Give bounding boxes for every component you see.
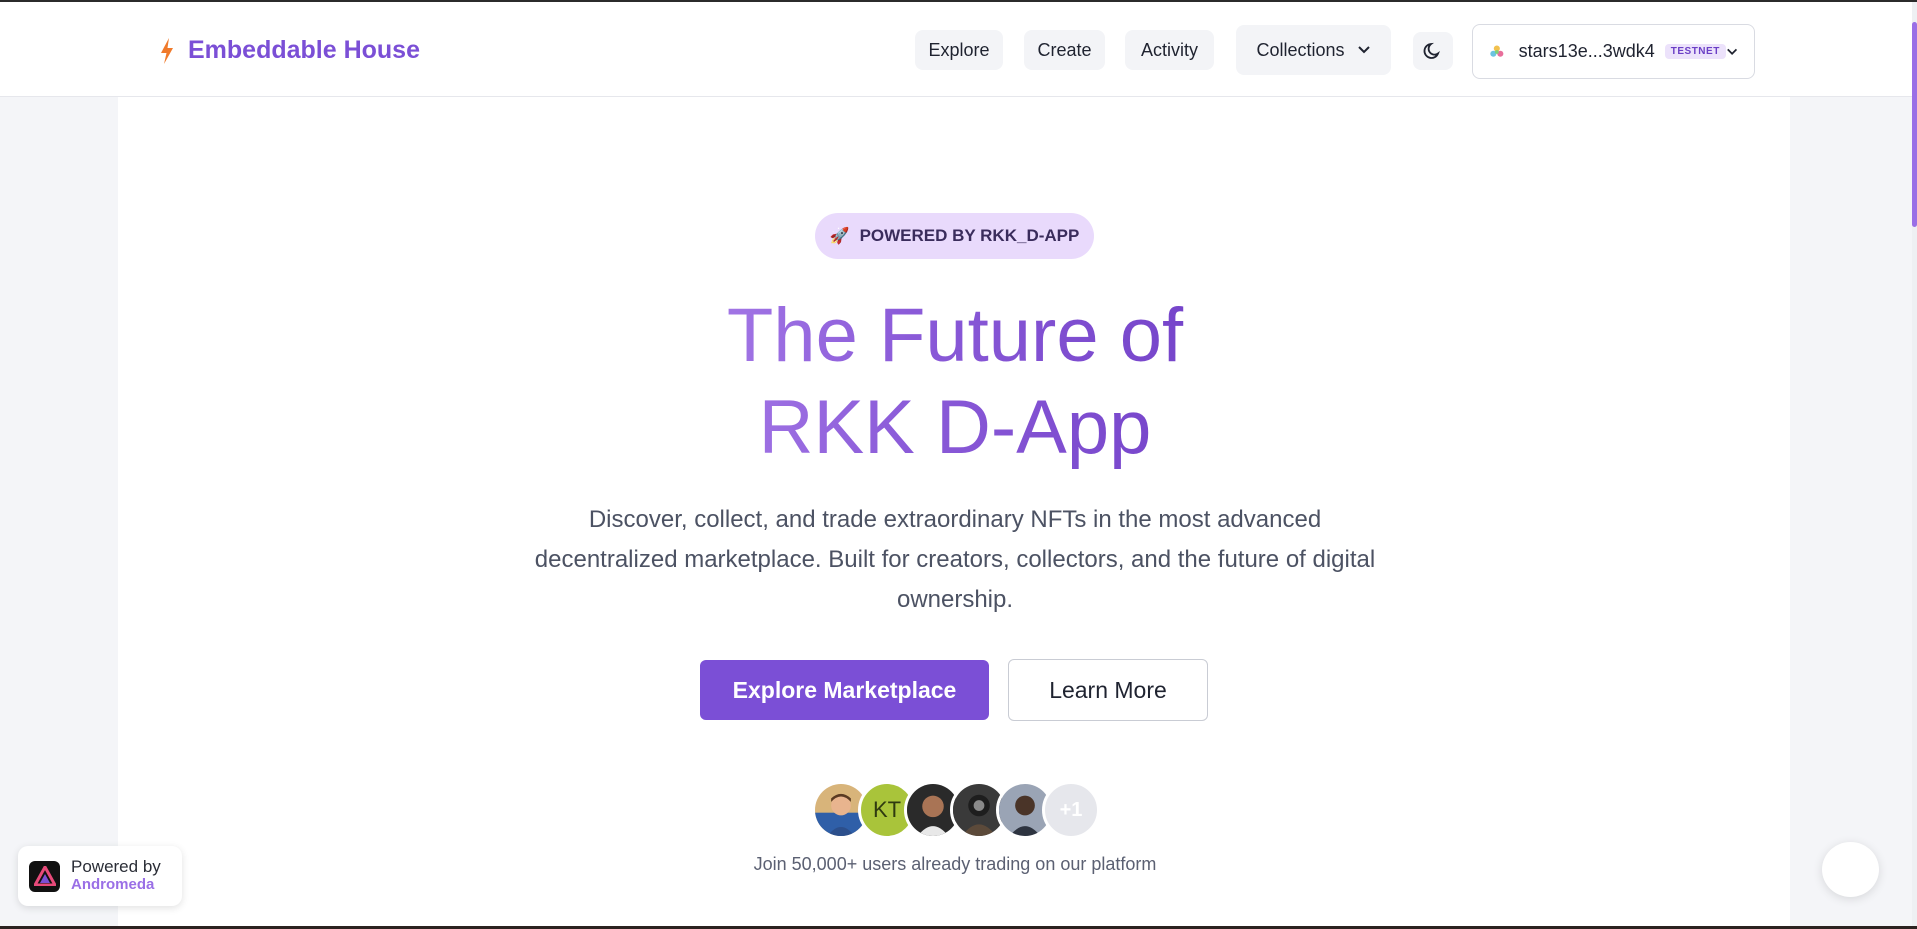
page-scrollbar[interactable] bbox=[1912, 2, 1917, 929]
hero-title: The Future of RKK D-App bbox=[560, 290, 1350, 474]
scroll-thumb[interactable] bbox=[1912, 22, 1917, 227]
chevron-down-icon bbox=[1357, 46, 1370, 54]
wallet-address: stars13e...3wdk4 bbox=[1518, 41, 1655, 61]
avatar-more-count: +1 bbox=[1042, 781, 1100, 839]
window-top-edge bbox=[0, 0, 1917, 2]
avatar-initials: KT bbox=[872, 797, 902, 822]
chat-launcher-button[interactable] bbox=[1822, 842, 1879, 897]
hero-subtitle: Discover, collect, and trade extraordina… bbox=[534, 506, 1376, 613]
nav-create[interactable]: Create bbox=[1024, 30, 1105, 70]
powered-badge: 🚀 POWERED BY RKK_D-APP bbox=[815, 213, 1094, 259]
andromeda-logo-icon bbox=[29, 860, 60, 892]
wallet-logo-icon bbox=[1490, 44, 1504, 57]
nav-collections-dropdown[interactable]: Collections bbox=[1236, 25, 1391, 75]
nav-explore[interactable]: Explore bbox=[915, 30, 1003, 70]
explore-marketplace-button[interactable]: Explore Marketplace bbox=[700, 660, 989, 720]
collections-label: Collections bbox=[1256, 39, 1345, 60]
top-navbar: Embeddable House Explore Create Activity… bbox=[0, 2, 1912, 97]
brand-name: Embeddable House bbox=[188, 36, 420, 64]
learn-more-button[interactable]: Learn More bbox=[1008, 659, 1208, 721]
bolt-icon bbox=[161, 37, 173, 64]
badge-text: POWERED BY RKK_D-APP bbox=[859, 226, 1080, 245]
theme-toggle-button[interactable] bbox=[1413, 32, 1453, 70]
moon-icon bbox=[1423, 42, 1440, 59]
nav-activity[interactable]: Activity bbox=[1125, 30, 1214, 70]
powered-by-widget[interactable]: Powered by Andromeda bbox=[18, 846, 182, 906]
chevron-down-icon bbox=[1726, 48, 1737, 55]
wallet-dropdown[interactable]: stars13e...3wdk4 TESTNET bbox=[1472, 24, 1755, 79]
network-badge: TESTNET bbox=[1664, 44, 1726, 59]
join-text: Join 50,000+ users already trading on ou… bbox=[753, 854, 1157, 874]
powered-by-label: Powered by bbox=[71, 857, 161, 876]
rocket-icon: 🚀 bbox=[829, 228, 850, 245]
hero-title-line1: The Future of bbox=[726, 293, 1184, 378]
brand-link[interactable]: Embeddable House bbox=[160, 36, 420, 65]
user-avatars: KT +1 bbox=[812, 781, 1102, 839]
hero-title-line2: RKK D-App bbox=[758, 385, 1152, 470]
andromeda-name: Andromeda bbox=[71, 876, 155, 893]
